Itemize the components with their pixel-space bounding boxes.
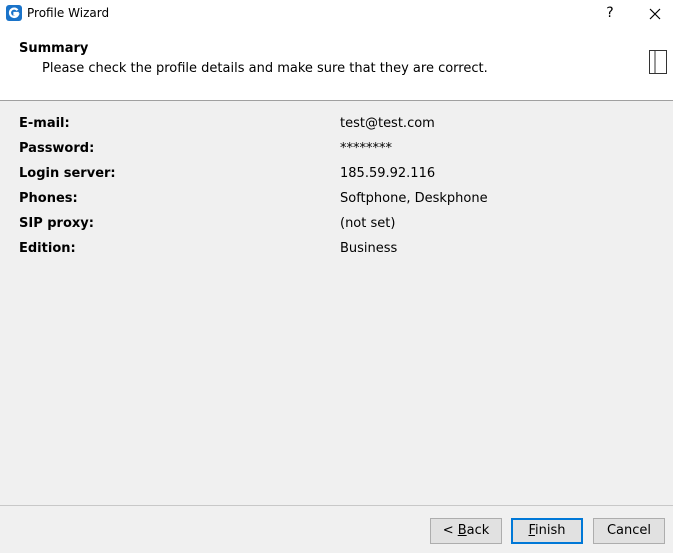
email-label: E-mail: [19, 116, 70, 131]
close-button[interactable] [638, 0, 672, 28]
password-label: Password: [19, 141, 95, 156]
footer-divider [0, 505, 673, 506]
detail-row-edition: Edition: Business [19, 241, 659, 266]
back-button[interactable]: < Back [430, 518, 502, 544]
edition-label: Edition: [19, 241, 76, 256]
page-title: Summary [19, 41, 89, 56]
sip-proxy-label: SIP proxy: [19, 216, 94, 231]
password-value: ******** [340, 141, 392, 156]
detail-row-email: E-mail: test@test.com [19, 116, 659, 141]
title-bar: Profile Wizard ? [0, 0, 673, 28]
profile-details: E-mail: test@test.com Password: ********… [19, 116, 659, 266]
detail-row-phones: Phones: Softphone, Deskphone [19, 191, 659, 216]
wizard-header: Summary Please check the profile details… [0, 28, 673, 101]
detail-row-password: Password: ******** [19, 141, 659, 166]
back-button-mnemonic: B [457, 523, 467, 538]
detail-row-sip-proxy: SIP proxy: (not set) [19, 216, 659, 241]
sip-proxy-value: (not set) [340, 216, 396, 231]
phones-value: Softphone, Deskphone [340, 191, 488, 206]
page-subtitle: Please check the profile details and mak… [42, 61, 488, 76]
back-button-rest: ack [466, 523, 490, 538]
back-button-prefix: < [442, 523, 458, 538]
app-logo-icon [6, 5, 22, 21]
finish-button[interactable]: Finish [511, 518, 583, 544]
close-icon [649, 8, 661, 20]
cancel-button[interactable]: Cancel [593, 518, 665, 544]
edition-value: Business [340, 241, 398, 256]
help-button[interactable]: ? [598, 0, 622, 28]
login-server-value: 185.59.92.116 [340, 166, 436, 181]
phones-label: Phones: [19, 191, 78, 206]
side-panel-icon[interactable] [649, 50, 667, 74]
email-value: test@test.com [340, 116, 435, 131]
finish-button-rest: inish [535, 523, 566, 538]
login-server-label: Login server: [19, 166, 116, 181]
window-title: Profile Wizard [27, 6, 110, 20]
detail-row-login-server: Login server: 185.59.92.116 [19, 166, 659, 191]
